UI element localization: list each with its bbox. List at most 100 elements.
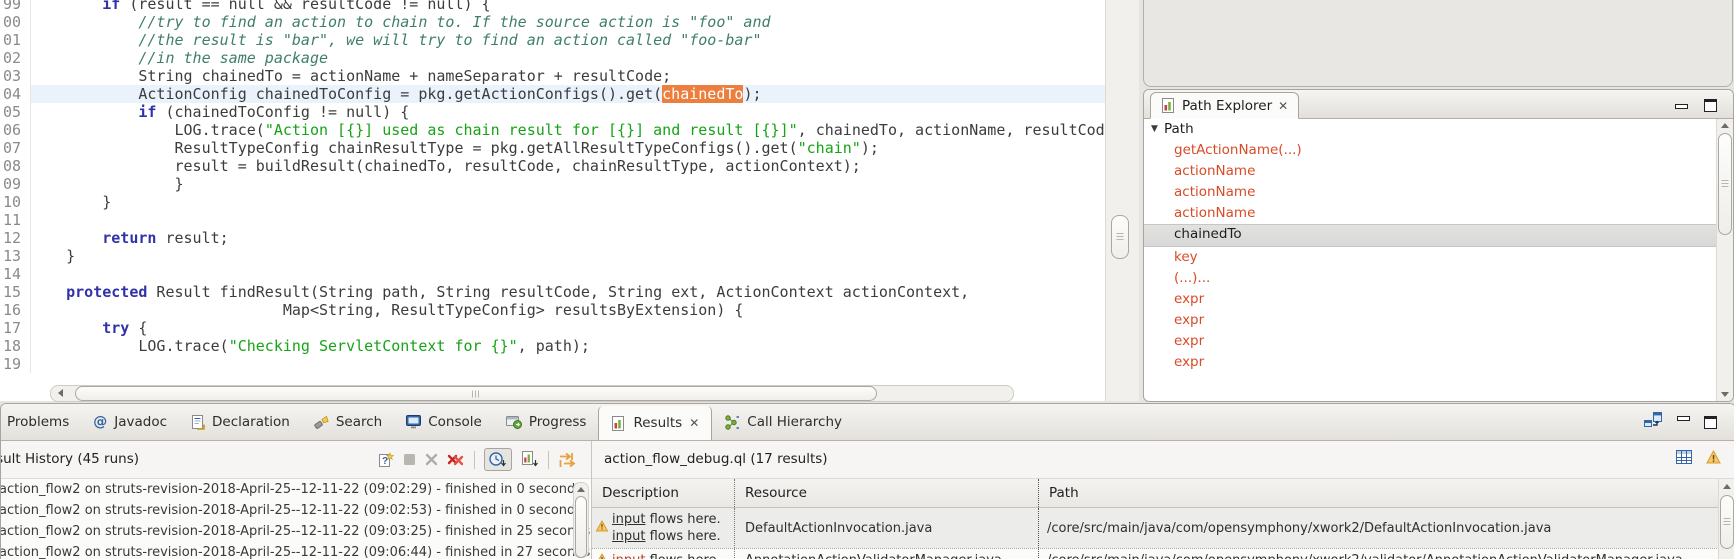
tree-item-label: actionName [1174, 184, 1256, 200]
code-lines: 99 if (result == null && resultCode != n… [0, 0, 1105, 373]
scroll-down-icon[interactable] [1721, 392, 1729, 397]
close-icon[interactable] [425, 453, 438, 466]
code-segment: "Checking ServletContext for {}" [228, 337, 518, 355]
restore-view-icon[interactable] [1644, 412, 1663, 429]
tree-item-expr[interactable]: expr [1144, 310, 1717, 331]
scroll-up-icon[interactable] [1723, 484, 1731, 489]
code-segment: } [30, 175, 184, 193]
history-run-item[interactable]: action_flow2 on struts-revision-2018-Apr… [1, 542, 591, 559]
code-text: return result; [30, 229, 1105, 247]
results-view-content: Result History (45 runs) ? action_flow2 … [1, 441, 1734, 559]
flow-link[interactable]: input [612, 553, 645, 559]
scrollbar-thumb[interactable] [75, 386, 877, 401]
history-run-item[interactable]: action_flow2 on struts-revision-2018-Apr… [1, 479, 591, 500]
tree-item-getactionname[interactable]: getActionName(...) [1144, 140, 1717, 161]
code-line: 08 result = buildResult(chainedTo, resul… [0, 157, 1105, 175]
line-number: 16 [0, 301, 31, 319]
editor-vertical-scrollbar[interactable] [1105, 0, 1139, 401]
result-history-section: Result History (45 runs) ? action_flow2 … [1, 441, 592, 559]
code-line: 14 [0, 265, 1105, 283]
scroll-up-icon[interactable] [577, 487, 585, 492]
close-icon[interactable]: ✕ [689, 416, 699, 430]
tab-results[interactable]: Results ✕ [598, 406, 713, 440]
tab-console[interactable]: Console [394, 404, 494, 440]
tab-label: Results [633, 415, 683, 431]
code-editor[interactable]: 99 if (result == null && resultCode != n… [0, 0, 1105, 401]
scrollbar-thumb[interactable] [1718, 133, 1732, 235]
column-header-resource[interactable]: Resource [734, 479, 1038, 507]
line-number: 04 [0, 85, 31, 103]
flow-link[interactable]: input [612, 529, 645, 544]
results-scrollbar[interactable] [1718, 479, 1734, 559]
path-explorer-scrollbar[interactable] [1716, 119, 1733, 401]
maximize-button[interactable] [1704, 99, 1717, 112]
code-segment: "chain" [797, 139, 861, 157]
show-chart-icon[interactable] [521, 451, 539, 468]
history-run-item[interactable]: action_flow2 on struts-revision-2018-Apr… [1, 500, 591, 521]
editor-horizontal-scrollbar[interactable] [50, 385, 1014, 402]
code-line: 10 } [0, 193, 1105, 211]
tab-call-hierarchy[interactable]: Call Hierarchy [712, 404, 854, 440]
history-scrollbar[interactable] [573, 482, 589, 558]
column-header-path[interactable]: Path [1038, 479, 1719, 507]
code-text: String chainedTo = actionName + nameSepa… [30, 67, 1105, 85]
code-segment: , path); [517, 337, 590, 355]
tree-item-expr[interactable]: expr [1144, 289, 1717, 310]
tree-item-[interactable]: (...)... [1144, 268, 1717, 289]
tab-label: Javadoc [114, 414, 168, 430]
tab-javadoc[interactable]: @ Javadoc [81, 404, 179, 440]
tree-item-key[interactable]: key [1144, 247, 1717, 268]
query-help-icon[interactable]: ? [378, 451, 395, 468]
code-line: 06 LOG.trace("Action [{}] used as chain … [0, 121, 1105, 139]
line-number: 08 [0, 157, 31, 175]
result-row[interactable]: input flows here. input flows here. Defaul… [592, 508, 1719, 548]
result-row[interactable]: input flows here.AnnotationActionValidat… [592, 548, 1719, 559]
alerts-icon[interactable] [1706, 449, 1721, 464]
scrollbar-thumb[interactable] [1111, 215, 1129, 259]
code-line: 18 LOG.trace("Checking ServletContext fo… [0, 337, 1105, 355]
compare-runs-icon[interactable] [558, 452, 577, 468]
tree-item-expr[interactable]: expr [1144, 331, 1717, 352]
tab-problems[interactable]: Problems [1, 404, 81, 440]
code-segment: return [102, 229, 157, 247]
tree-item-actionname[interactable]: actionName [1144, 161, 1717, 182]
scroll-up-icon[interactable] [1721, 123, 1729, 128]
path-explorer-view: Path Explorer ✕ ▼ Path getActionName(...) a… [1143, 89, 1734, 402]
scroll-left-icon[interactable] [58, 389, 63, 397]
scrollbar-thumb[interactable] [1720, 495, 1734, 549]
minimize-button[interactable] [1674, 99, 1688, 109]
code-text: LOG.trace("Action [{}] used as chain res… [30, 121, 1105, 139]
tree-item-chainedto[interactable]: chainedTo [1144, 224, 1717, 247]
tree-item-actionname[interactable]: actionName [1144, 182, 1717, 203]
maximize-button[interactable] [1704, 415, 1717, 429]
progress-icon [505, 415, 522, 429]
close-all-icon[interactable] [447, 453, 465, 467]
occurrence-highlight: chainedTo [662, 85, 744, 103]
close-icon[interactable]: ✕ [1278, 99, 1288, 113]
code-line: 03 String chainedTo = actionName + nameS… [0, 67, 1105, 85]
chevron-down-icon[interactable]: ▼ [1151, 119, 1158, 140]
tab-path-explorer[interactable]: Path Explorer ✕ [1150, 92, 1300, 119]
tab-label: Console [428, 414, 482, 430]
tab-label: Call Hierarchy [747, 414, 843, 430]
code-segment: Result findResult(String path, String re… [147, 283, 970, 301]
stop-icon[interactable] [403, 453, 416, 466]
flow-link[interactable]: input [612, 512, 645, 527]
tab-search[interactable]: Search [302, 404, 394, 440]
tree-item-label: key [1174, 249, 1198, 265]
show-timing-icon[interactable] [484, 448, 512, 471]
code-line: 17 try { [0, 319, 1105, 337]
minimize-button[interactable] [1677, 415, 1690, 426]
scrollbar-thumb[interactable] [575, 496, 587, 558]
history-run-item[interactable]: action_flow2 on struts-revision-2018-Apr… [1, 521, 591, 542]
tree-item-actionname[interactable]: actionName [1144, 203, 1717, 224]
column-header-description[interactable]: Description [592, 479, 734, 507]
code-segment: , chainedTo, actionName, resultCode); [797, 121, 1105, 139]
tab-declaration[interactable]: Declaration [179, 404, 302, 440]
result-history-title: Result History (45 runs) [1, 451, 140, 467]
tab-progress[interactable]: Progress [494, 404, 599, 440]
tree-item-expr[interactable]: expr [1144, 352, 1717, 373]
table-view-icon[interactable] [1676, 450, 1692, 464]
tree-item-path[interactable]: ▼ Path [1144, 119, 1717, 140]
